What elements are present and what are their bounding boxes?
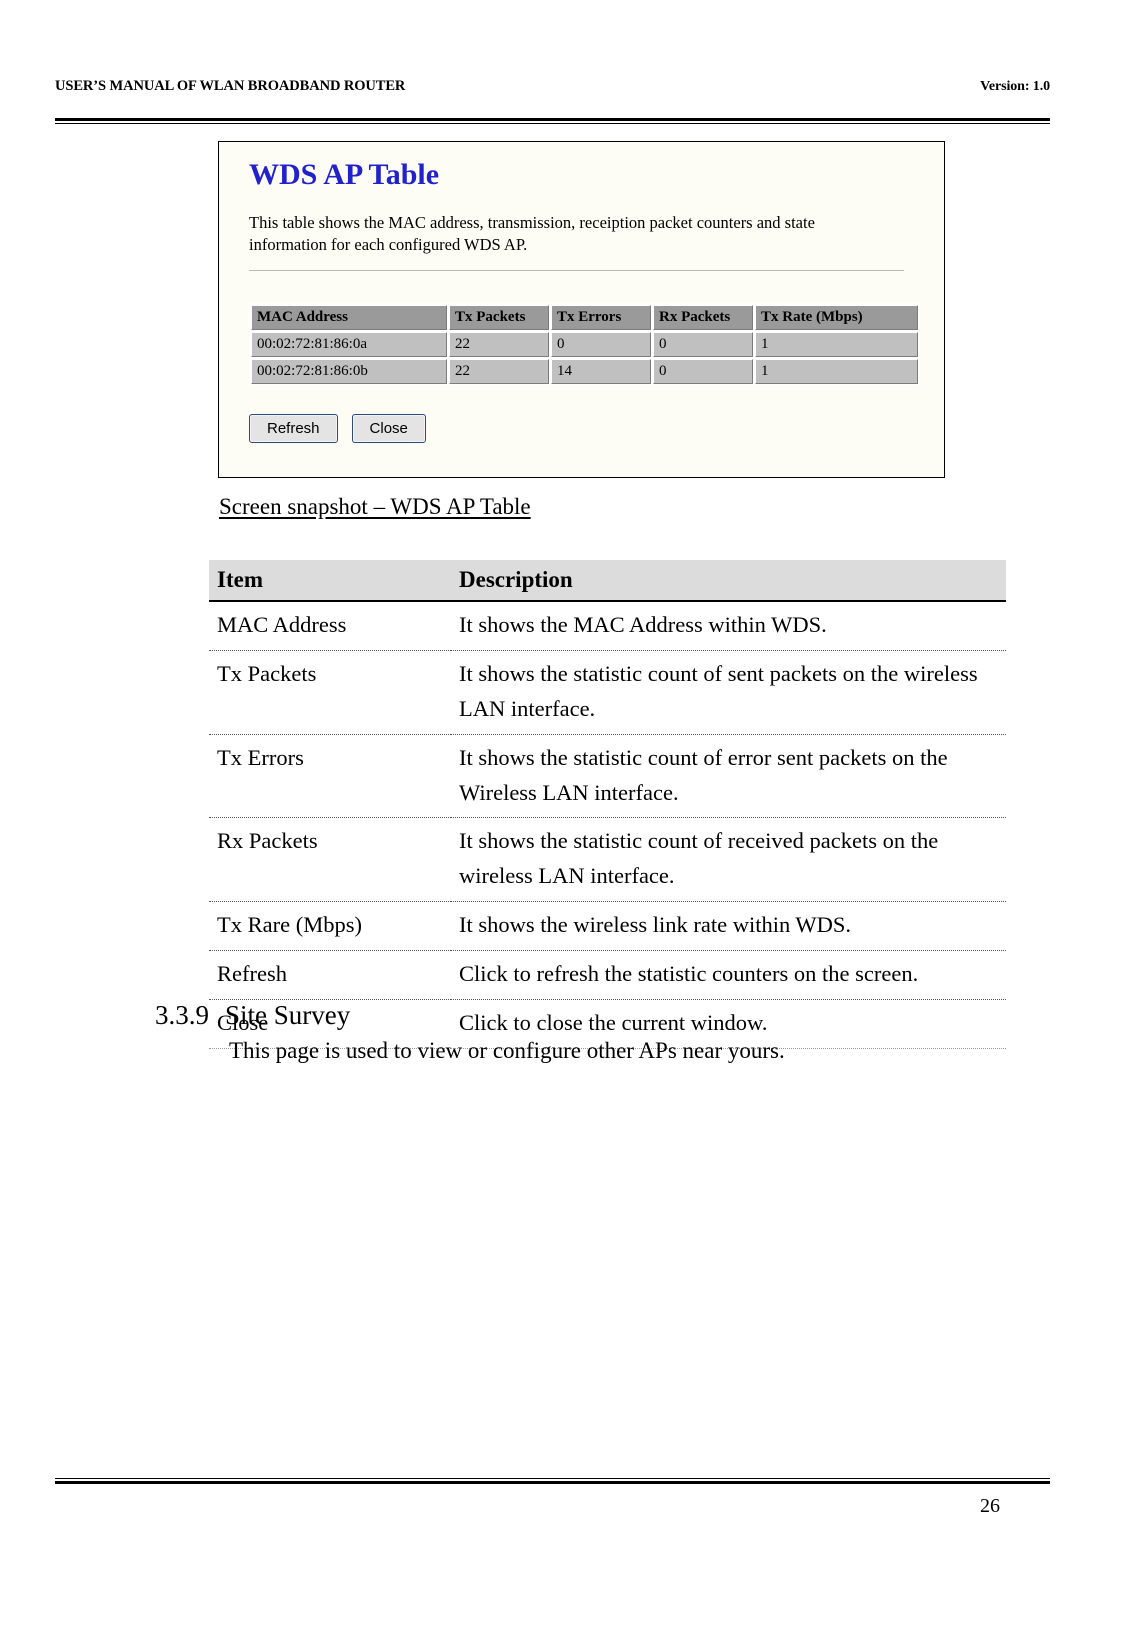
item-description: It shows the statistic count of received… <box>451 817 1006 903</box>
cell-mac-address: 00:02:72:81:86:0b <box>251 359 447 384</box>
item-name: Tx Rare (Mbps) <box>209 901 451 951</box>
column-header-rx-packets: Rx Packets <box>653 305 753 330</box>
snapshot-page-title: WDS AP Table <box>249 158 440 191</box>
snapshot-button-bar: Refresh Close <box>249 414 426 443</box>
cell-tx-rate: 1 <box>755 359 918 384</box>
column-header-mac-address: MAC Address <box>251 305 447 330</box>
table-row: 00:02:72:81:86:0a 22 0 0 1 <box>251 332 918 357</box>
cell-tx-errors: 14 <box>551 359 651 384</box>
section-heading: 3.3.9 Site Survey <box>155 1000 350 1031</box>
version-label: Version: 1.0 <box>980 79 1050 94</box>
item-description: It shows the statistic count of error se… <box>451 734 1006 819</box>
table-row: Rx Packets It shows the statistic count … <box>209 817 1006 903</box>
section-title: Site Survey <box>225 1000 351 1030</box>
document-page: USER’S MANUAL OF WLAN BROADBAND ROUTER V… <box>0 0 1138 1652</box>
cell-tx-packets: 22 <box>449 332 549 357</box>
page-number: 26 <box>980 1495 1000 1517</box>
cell-rx-packets: 0 <box>653 359 753 384</box>
item-name: Rx Packets <box>209 817 451 903</box>
snapshot-description: This table shows the MAC address, transm… <box>249 213 815 255</box>
column-header-tx-rate: Tx Rate (Mbps) <box>755 305 918 330</box>
cell-tx-rate: 1 <box>755 332 918 357</box>
item-description: It shows the wireless link rate within W… <box>451 901 1006 951</box>
table-row: Refresh Click to refresh the statistic c… <box>209 950 1006 1000</box>
item-description: Click to refresh the statistic counters … <box>451 950 1006 1000</box>
cell-rx-packets: 0 <box>653 332 753 357</box>
wds-table-header-row: MAC Address Tx Packets Tx Errors Rx Pack… <box>251 305 918 330</box>
column-header-item: Item <box>209 560 451 602</box>
figure-caption: Screen snapshot – WDS AP Table <box>219 494 531 519</box>
item-name: Tx Errors <box>209 734 451 819</box>
wds-ap-table-screenshot: WDS AP Table This table shows the MAC ad… <box>218 141 945 478</box>
column-header-tx-packets: Tx Packets <box>449 305 549 330</box>
snapshot-divider <box>249 270 904 271</box>
refresh-button[interactable]: Refresh <box>249 414 338 443</box>
table-row: Tx Errors It shows the statistic count o… <box>209 734 1006 819</box>
header-divider <box>55 118 1050 124</box>
item-description-table: Item Description MAC Address It shows th… <box>209 560 1006 1049</box>
table-row: 00:02:72:81:86:0b 22 14 0 1 <box>251 359 918 384</box>
manual-title: USER’S MANUAL OF WLAN BROADBAND ROUTER <box>55 78 406 94</box>
section-number: 3.3.9 <box>155 1000 209 1030</box>
cell-tx-errors: 0 <box>551 332 651 357</box>
table-row: Tx Packets It shows the statistic count … <box>209 650 1006 735</box>
cell-tx-packets: 22 <box>449 359 549 384</box>
item-description: It shows the MAC Address within WDS. <box>451 601 1006 651</box>
cell-mac-address: 00:02:72:81:86:0a <box>251 332 447 357</box>
table-row: Tx Rare (Mbps) It shows the wireless lin… <box>209 901 1006 951</box>
wds-ap-data-table: MAC Address Tx Packets Tx Errors Rx Pack… <box>249 303 920 386</box>
table-row: MAC Address It shows the MAC Address wit… <box>209 601 1006 651</box>
column-header-tx-errors: Tx Errors <box>551 305 651 330</box>
footer-divider <box>55 1478 1050 1484</box>
item-name: MAC Address <box>209 601 451 651</box>
close-button[interactable]: Close <box>351 414 426 443</box>
column-header-description: Description <box>451 560 1006 602</box>
item-description: It shows the statistic count of sent pac… <box>451 650 1006 735</box>
desc-table-header-row: Item Description <box>209 560 1006 602</box>
section-body-text: This page is used to view or configure o… <box>229 1038 785 1063</box>
running-header: USER’S MANUAL OF WLAN BROADBAND ROUTER V… <box>55 78 1050 95</box>
item-name: Tx Packets <box>209 650 451 735</box>
item-name: Refresh <box>209 950 451 1000</box>
